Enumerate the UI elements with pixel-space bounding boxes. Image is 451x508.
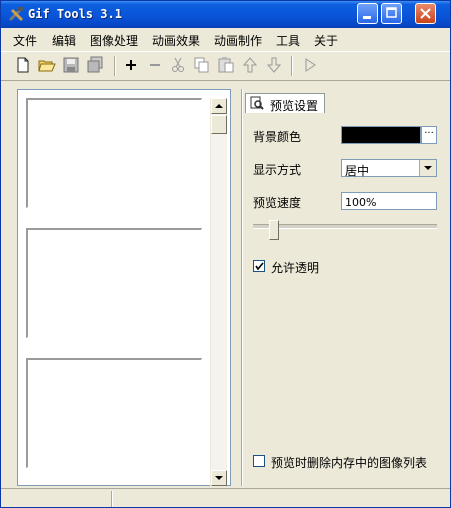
menu-file[interactable]: 文件 [13, 32, 37, 49]
arrow-down-icon [215, 476, 223, 480]
menu-animation-effects[interactable]: 动画效果 [152, 32, 200, 49]
display-mode-value: 居中 [345, 164, 370, 178]
maximize-button[interactable] [381, 3, 402, 24]
bg-color-swatch[interactable] [341, 126, 421, 144]
frame-list[interactable] [17, 89, 231, 486]
frame-thumbnail[interactable] [26, 228, 202, 338]
status-bar [1, 488, 450, 507]
toolbar [1, 51, 450, 81]
menu-image[interactable]: 图像处理 [90, 32, 138, 49]
display-mode-select[interactable]: 居中 [341, 159, 437, 178]
bg-color-label: 背景颜色 [253, 130, 302, 144]
move-down-icon[interactable] [265, 56, 283, 74]
delete-on-preview-label: 预览时删除内存中的图像列表 [271, 456, 428, 470]
checkmark-icon [255, 262, 264, 271]
new-icon[interactable] [14, 56, 32, 74]
copy-icon[interactable] [193, 56, 211, 74]
app-window: Gif Tools 3.1 文件 编辑 图像处理 动画效果 动画制作 工具 关于 [0, 0, 451, 508]
frame-thumbnail[interactable] [26, 358, 202, 468]
allow-transparent-label: 允许透明 [271, 261, 320, 275]
menu-edit[interactable]: 编辑 [52, 32, 76, 49]
speed-slider-thumb[interactable] [269, 220, 279, 240]
maximize-icon [386, 7, 397, 18]
dropdown-button[interactable] [419, 160, 436, 176]
minimize-icon [363, 16, 371, 19]
close-icon [420, 8, 431, 19]
preview-speed-value: 100% [345, 196, 377, 209]
frame-list-scrollbar[interactable] [210, 98, 227, 486]
toolbar-separator [291, 56, 293, 76]
minimize-button[interactable] [357, 3, 378, 24]
chevron-down-icon [424, 166, 432, 170]
tools-icon [8, 7, 24, 22]
toolbar-separator [114, 56, 116, 76]
bg-color-picker-button[interactable]: ··· [421, 126, 437, 144]
scroll-thumb[interactable] [211, 115, 227, 134]
speed-slider-track[interactable] [253, 224, 437, 229]
title-bar[interactable]: Gif Tools 3.1 [1, 1, 450, 28]
save-icon[interactable] [62, 56, 80, 74]
scroll-up-button[interactable] [211, 98, 227, 114]
arrow-up-icon [215, 104, 223, 108]
menu-about[interactable]: 关于 [314, 32, 338, 49]
remove-icon[interactable] [146, 56, 164, 74]
paste-icon[interactable] [217, 56, 235, 74]
tab-preview-settings[interactable]: 预览设置 [245, 93, 325, 113]
tab-label: 预览设置 [270, 99, 319, 113]
preview-icon [250, 96, 264, 110]
menu-tools[interactable]: 工具 [276, 32, 300, 49]
add-icon[interactable] [122, 56, 140, 74]
save-all-icon[interactable] [86, 56, 104, 74]
menu-animation-making[interactable]: 动画制作 [214, 32, 262, 49]
cut-icon[interactable] [169, 56, 187, 74]
allow-transparent-checkbox[interactable] [253, 260, 265, 272]
display-mode-label: 显示方式 [253, 163, 302, 177]
play-icon[interactable] [301, 56, 319, 74]
move-up-icon[interactable] [241, 56, 259, 74]
frame-thumbnail[interactable] [26, 98, 202, 208]
preview-speed-label: 预览速度 [253, 196, 302, 210]
preview-speed-field[interactable]: 100% [341, 192, 437, 210]
panel-divider [241, 89, 243, 486]
close-button[interactable] [415, 3, 436, 24]
window-title: Gif Tools 3.1 [28, 7, 122, 21]
menu-bar: 文件 编辑 图像处理 动画效果 动画制作 工具 关于 [1, 30, 450, 50]
open-icon[interactable] [38, 56, 56, 74]
status-separator [111, 491, 113, 507]
scroll-down-button[interactable] [211, 470, 227, 486]
delete-on-preview-checkbox[interactable] [253, 455, 265, 467]
